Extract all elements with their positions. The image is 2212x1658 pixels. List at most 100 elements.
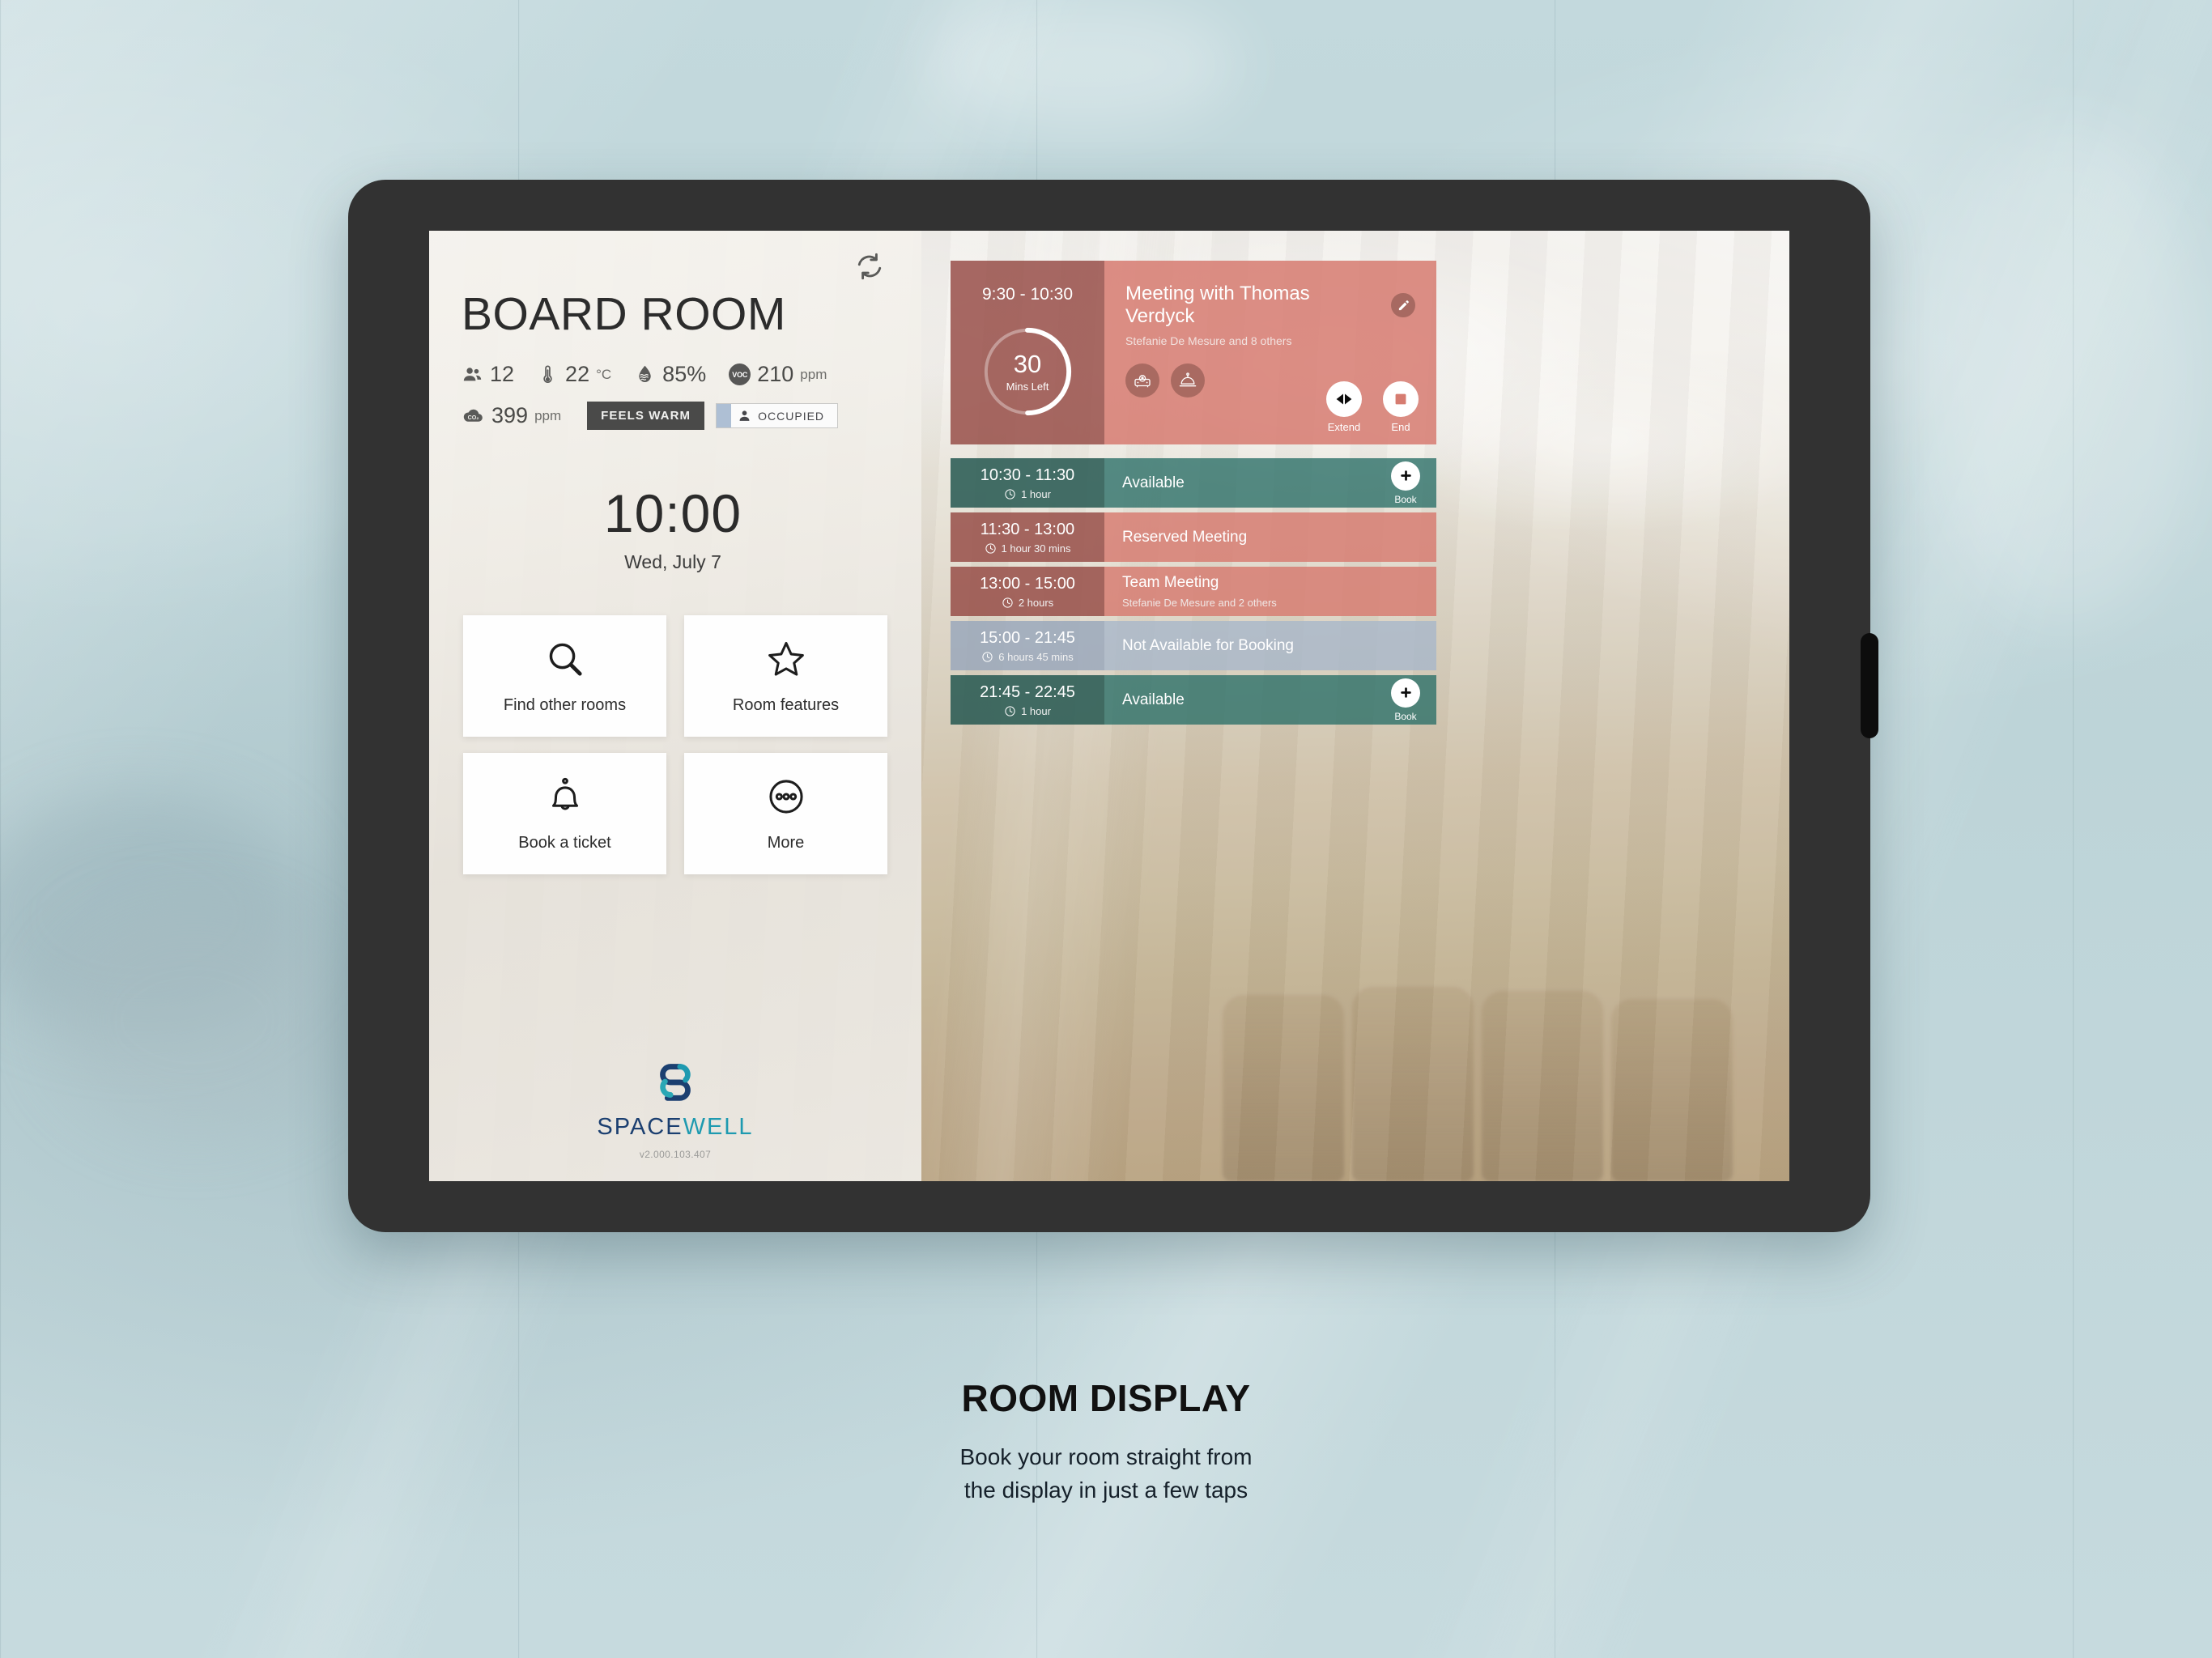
slot-time-column: 13:00 - 15:00 2 hours (951, 567, 1104, 616)
book-button-circle (1391, 461, 1420, 491)
slot-duration-text: 2 hours (1018, 596, 1054, 609)
schedule-row[interactable]: 10:30 - 11:30 1 hour Available Book (951, 458, 1436, 508)
slot-duration: 1 hour (1004, 488, 1051, 500)
minutes-left-label: Mins Left (1006, 380, 1049, 393)
book-slot-button[interactable]: Book (1391, 461, 1420, 505)
refresh-icon[interactable] (855, 252, 884, 281)
slot-range: 13:00 - 15:00 (980, 574, 1075, 593)
schedule-panel: 9:30 - 10:30 30 Mins Left Meeting with T… (921, 231, 1789, 1181)
caption-subtitle: Book your room straight from the display… (0, 1441, 2212, 1507)
clock-time: 10:00 (603, 483, 742, 543)
slot-time-column: 15:00 - 21:45 6 hours 45 mins (951, 621, 1104, 670)
caption-subtitle-line-2: the display in just a few taps (963, 1477, 1249, 1503)
clock-block: 10:00 Wed, July 7 (462, 487, 889, 573)
tile-find-other-rooms[interactable]: Find other rooms (463, 615, 666, 737)
service-projector-button[interactable] (1125, 363, 1159, 397)
service-bell-button[interactable] (1171, 363, 1205, 397)
plus-icon (1400, 687, 1411, 698)
power-button[interactable] (1861, 633, 1878, 738)
schedule-row[interactable]: 21:45 - 22:45 1 hour Available Book (951, 675, 1436, 725)
clock-icon (1005, 488, 1015, 500)
sensor-unit: °C (596, 366, 612, 382)
sensor-unit: ppm (534, 407, 562, 423)
slot-time-column: 21:45 - 22:45 1 hour (951, 675, 1104, 725)
slot-duration-text: 1 hour (1021, 487, 1051, 500)
tile-book-a-ticket[interactable]: Book a ticket (463, 753, 666, 874)
edit-meeting-button[interactable] (1391, 293, 1415, 317)
bell-icon (551, 777, 578, 810)
book-button-label: Book (1394, 710, 1417, 722)
slot-duration: 2 hours (1002, 597, 1053, 609)
thermometer-icon (543, 365, 552, 384)
marketing-caption: ROOM DISPLAY Book your room straight fro… (0, 1376, 2212, 1507)
brand-block: SPACEWELL v2.000.103.407 (429, 1056, 921, 1160)
people-icon (463, 368, 482, 381)
sensor-temperature: 22 °C (537, 362, 611, 387)
slot-body: Team Meeting Stefanie De Mesure and 2 ot… (1104, 567, 1436, 616)
tablet-screen: BOARD ROOM 12 22 °C 85% VOC 210 ppm CO₂ … (429, 231, 1789, 1181)
time-remaining-text: 30 Mins Left (980, 324, 1075, 419)
tile-more[interactable]: More (684, 753, 887, 874)
tile-label: Book a ticket (518, 833, 611, 852)
slot-time-column: 10:30 - 11:30 1 hour (951, 458, 1104, 508)
ellipsis-circle-icon (768, 779, 803, 814)
slot-range: 15:00 - 21:45 (980, 628, 1075, 647)
sensor-value: 12 (490, 362, 515, 386)
book-slot-button[interactable]: Book (1391, 678, 1420, 722)
sensor-value: 85% (662, 362, 707, 386)
clock-icon (982, 651, 993, 662)
sensor-co2: CO₂ 399 ppm (462, 403, 561, 428)
minutes-left-value: 30 (1013, 349, 1042, 378)
tile-label: Room features (732, 695, 840, 714)
end-button-label: End (1391, 421, 1410, 433)
schedule-row[interactable]: 13:00 - 15:00 2 hours Team Meeting Stefa… (951, 567, 1436, 616)
svg-text:CO₂: CO₂ (468, 414, 479, 421)
clock-icon (1005, 705, 1015, 716)
caption-title: ROOM DISPLAY (961, 1377, 1251, 1419)
tile-room-features[interactable]: Room features (684, 615, 887, 737)
sensor-value: 210 (757, 362, 794, 386)
meeting-action-buttons: Extend End (1326, 381, 1419, 433)
slot-duration-text: 1 hour (1021, 704, 1051, 717)
schedule-row[interactable]: 11:30 - 13:00 1 hour 30 mins Reserved Me… (951, 512, 1436, 562)
clock-icon (985, 542, 996, 554)
backdrop-blur-3 (1927, 121, 2202, 623)
tile-label: Find other rooms (503, 695, 627, 714)
search-icon (549, 643, 582, 676)
stop-icon (1395, 393, 1406, 405)
slot-duration: 1 hour 30 mins (985, 542, 1071, 555)
slot-body: Not Available for Booking (1104, 621, 1436, 670)
page-title: BOARD ROOM (462, 288, 786, 340)
extend-meeting-button[interactable]: Extend (1326, 381, 1362, 433)
current-meeting-range: 9:30 - 10:30 (981, 285, 1074, 304)
occupancy-label: OCCUPIED (758, 409, 825, 423)
sensor-humidity: 85% (634, 362, 706, 387)
clock-date: Wed, July 7 (624, 551, 721, 572)
slot-duration: 6 hours 45 mins (981, 651, 1074, 663)
time-remaining-ring: 30 Mins Left (980, 324, 1075, 419)
brand-word-well: WELL (683, 1114, 754, 1140)
voc-icon: VOC (729, 363, 751, 385)
book-button-circle (1391, 678, 1420, 708)
extend-button-circle (1326, 381, 1362, 417)
sensor-unit: ppm (800, 366, 827, 382)
end-meeting-button[interactable]: End (1383, 381, 1419, 433)
slot-subject: Available (1122, 691, 1185, 708)
slot-time-column: 11:30 - 13:00 1 hour 30 mins (951, 512, 1104, 562)
slot-range: 11:30 - 13:00 (980, 520, 1075, 538)
slot-subject: Team Meeting (1122, 574, 1219, 591)
caption-subtitle-line-1: Book your room straight from (959, 1444, 1253, 1469)
slot-duration: 1 hour (1004, 705, 1051, 717)
schedule-list: 10:30 - 11:30 1 hour Available Book 11:3… (951, 458, 1436, 729)
current-meeting-info-column: Meeting with Thomas Verdyck Stefanie De … (1104, 261, 1436, 444)
slot-body: Available Book (1104, 675, 1436, 725)
service-bell-icon (1179, 372, 1197, 387)
room-info-panel: BOARD ROOM 12 22 °C 85% VOC 210 ppm CO₂ … (429, 231, 921, 1181)
schedule-row[interactable]: 15:00 - 21:45 6 hours 45 mins Not Availa… (951, 621, 1436, 670)
plus-icon (1400, 470, 1411, 481)
humidity-icon (639, 365, 651, 382)
slot-range: 10:30 - 11:30 (980, 466, 1075, 484)
brand-word-space: SPACE (597, 1114, 683, 1140)
backdrop-blur-4 (931, 0, 1239, 130)
star-icon (768, 641, 804, 676)
